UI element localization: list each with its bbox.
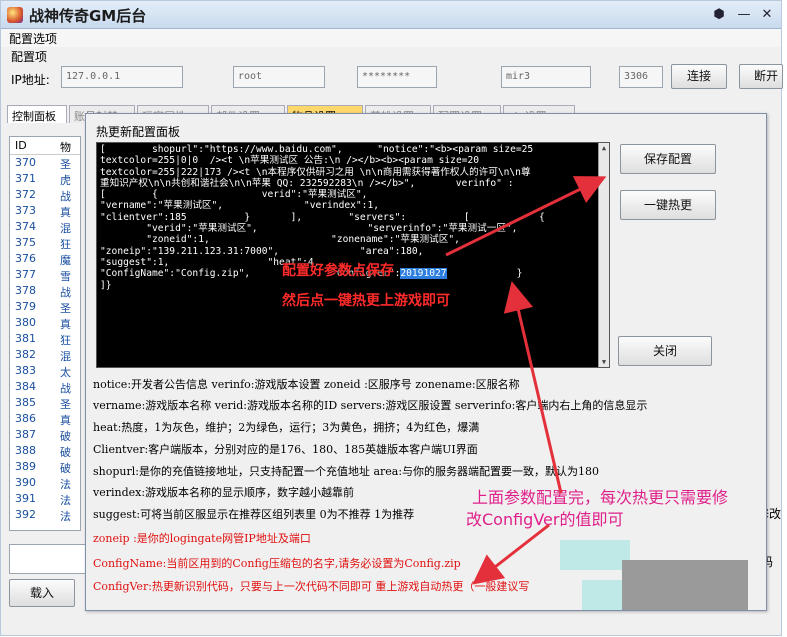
arrow-to-configver bbox=[503, 281, 563, 494]
arrow-to-save bbox=[445, 176, 607, 257]
arrow-to-configver-desc bbox=[472, 523, 550, 585]
main-window: 战神传奇GM后台 ⬢ — ✕ 配置选项 配置项 IP地址: 127.0.0.1 … bbox=[0, 0, 783, 636]
annotation-arrows bbox=[445, 176, 607, 585]
